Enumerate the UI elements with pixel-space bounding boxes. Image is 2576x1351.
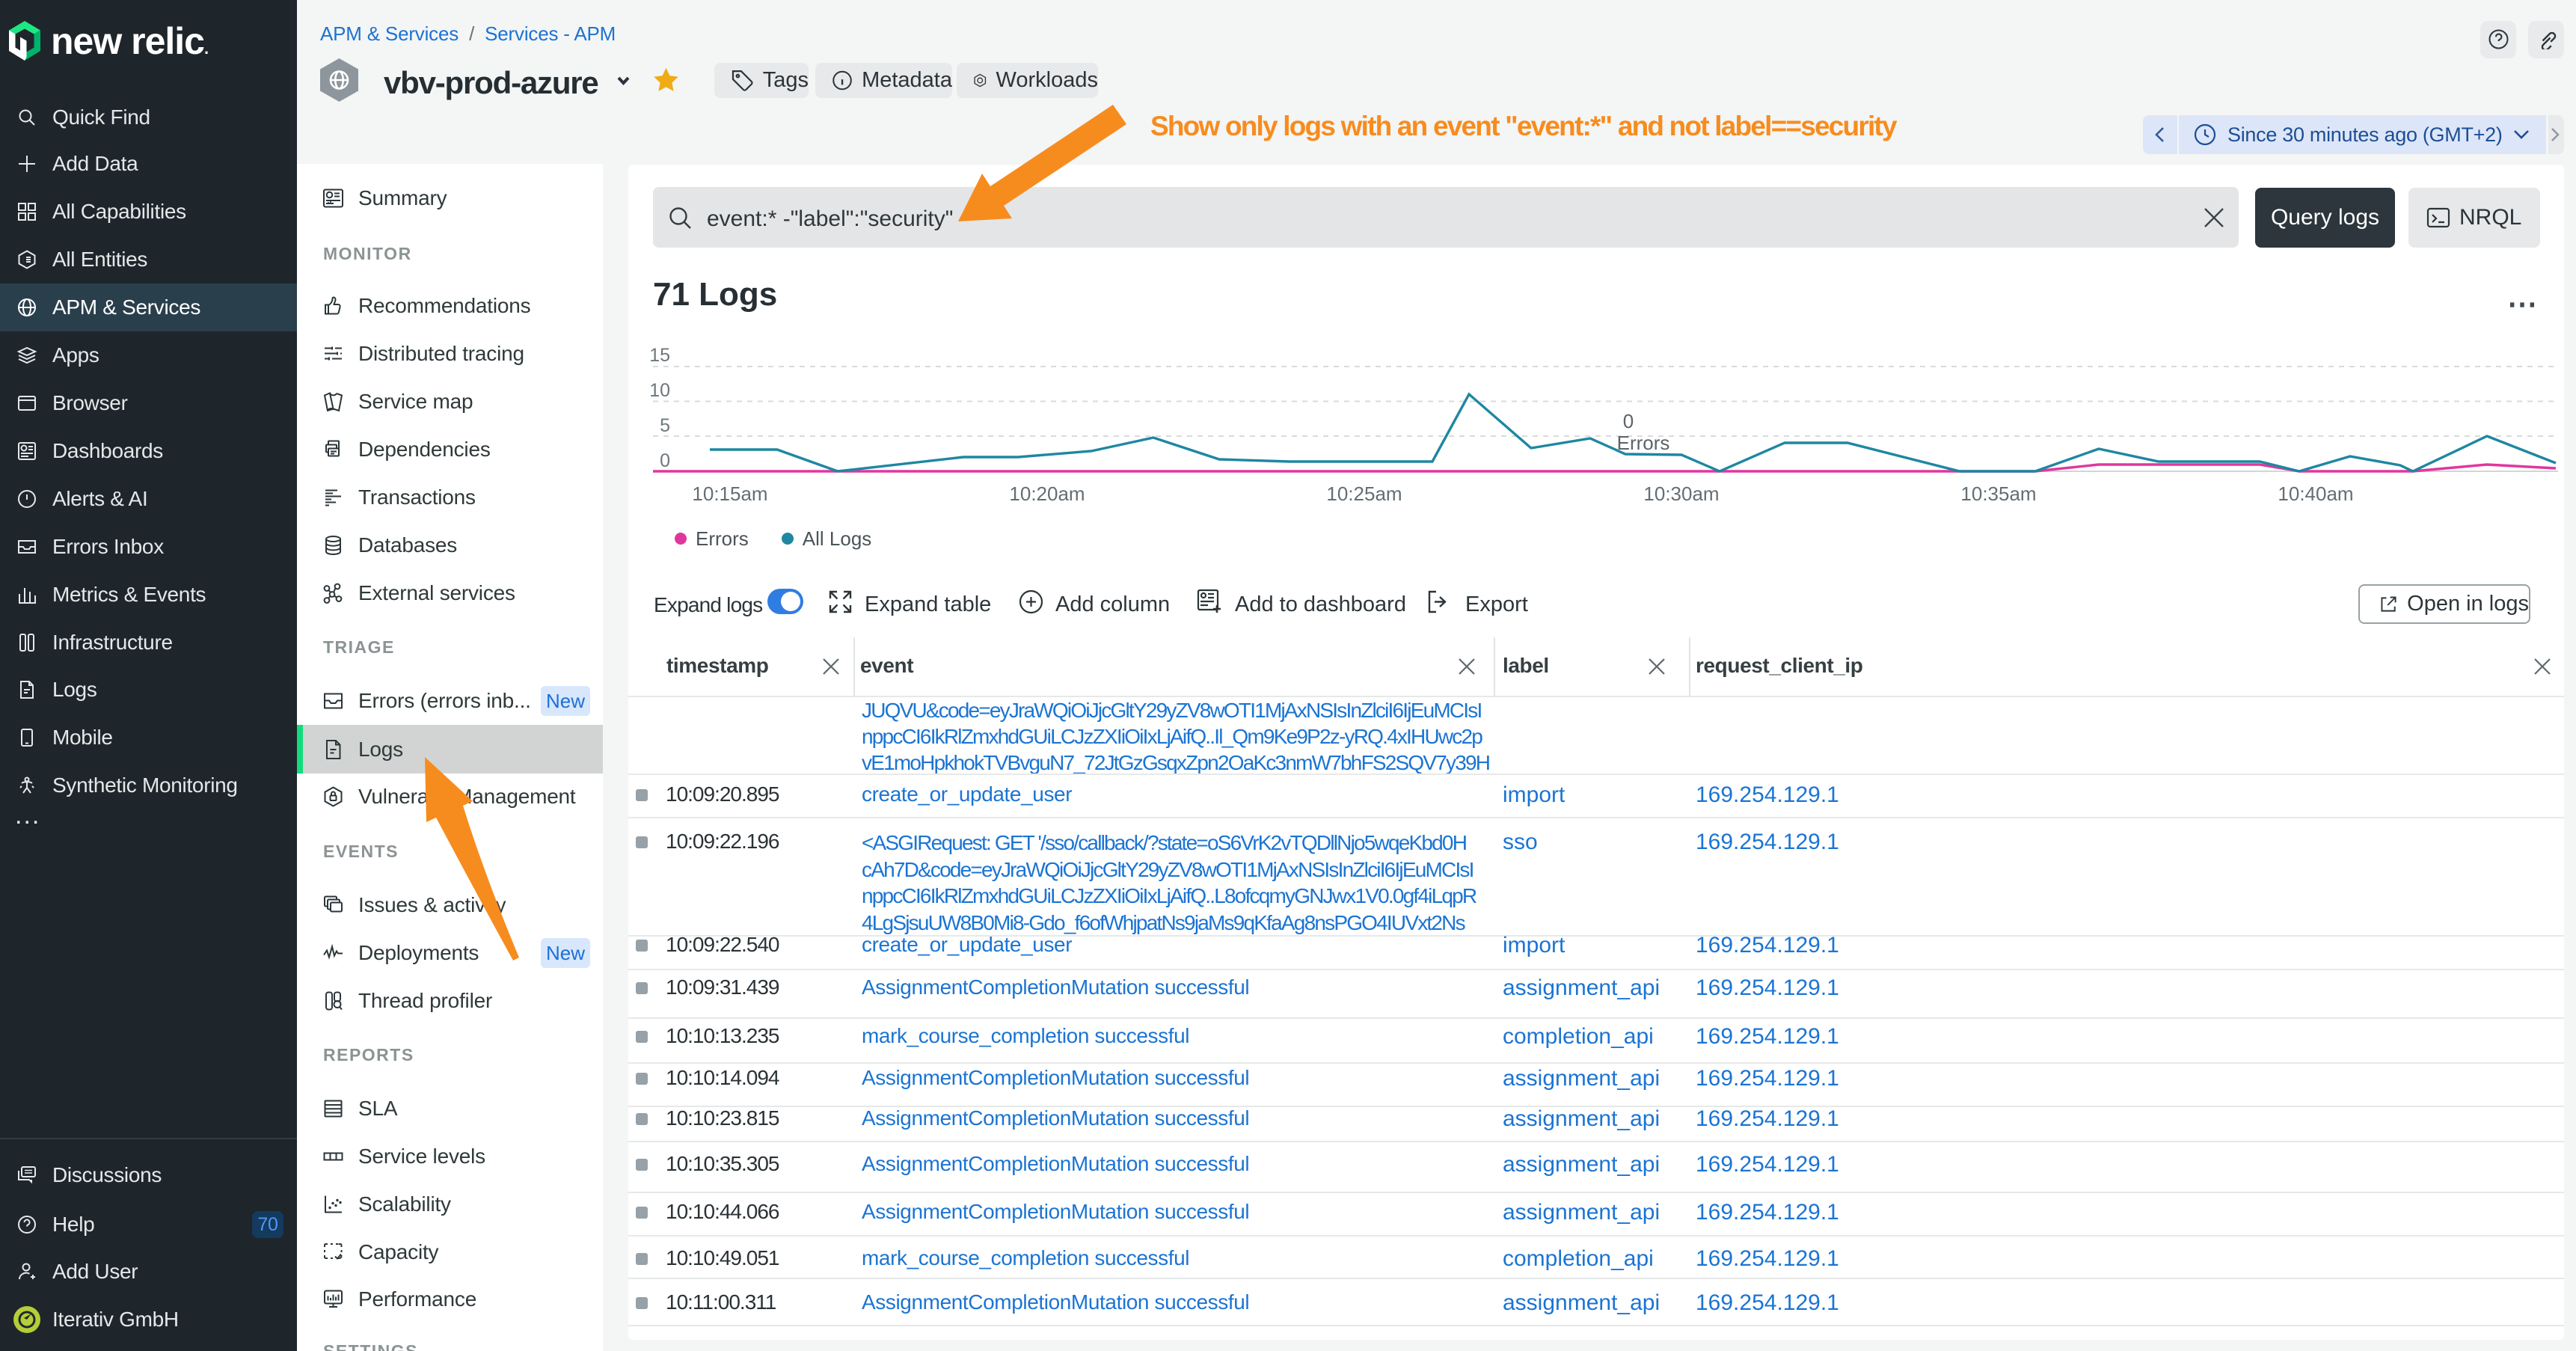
svg-text:10:20am: 10:20am <box>1009 482 1085 505</box>
svg-text:10: 10 <box>649 380 670 401</box>
svg-text:15: 15 <box>649 345 670 366</box>
svg-text:10:30am: 10:30am <box>1643 482 1719 505</box>
svg-text:10:25am: 10:25am <box>1326 482 1402 505</box>
svg-text:10:15am: 10:15am <box>692 482 767 505</box>
svg-text:0: 0 <box>660 450 670 471</box>
svg-text:Errors: Errors <box>1617 432 1670 454</box>
svg-text:5: 5 <box>660 415 670 436</box>
svg-text:0: 0 <box>1623 410 1634 432</box>
svg-text:10:35am: 10:35am <box>1960 482 2036 505</box>
svg-text:10:40am: 10:40am <box>2278 482 2353 505</box>
